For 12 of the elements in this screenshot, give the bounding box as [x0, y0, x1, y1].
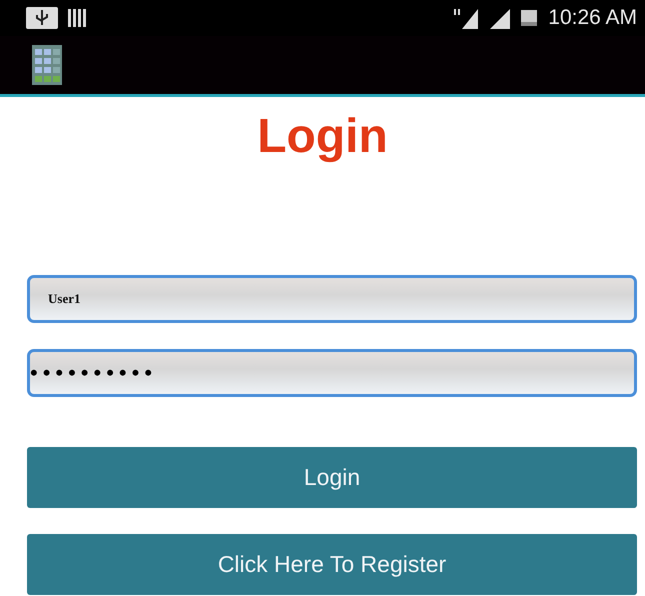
clock-time: 10:26 AM [548, 6, 637, 30]
usb-icon [26, 7, 58, 29]
calculator-icon [32, 45, 62, 85]
battery-icon [520, 8, 538, 28]
signal-icon [452, 7, 478, 29]
login-button[interactable]: Login [27, 447, 637, 508]
page-title: Login [257, 110, 388, 163]
register-button[interactable]: Click Here To Register [27, 534, 637, 595]
barcode-icon [68, 8, 88, 28]
input-field[interactable]: User1 [27, 275, 637, 323]
password-field[interactable]: •••••••••• [27, 349, 637, 397]
signal-icon [488, 7, 510, 29]
